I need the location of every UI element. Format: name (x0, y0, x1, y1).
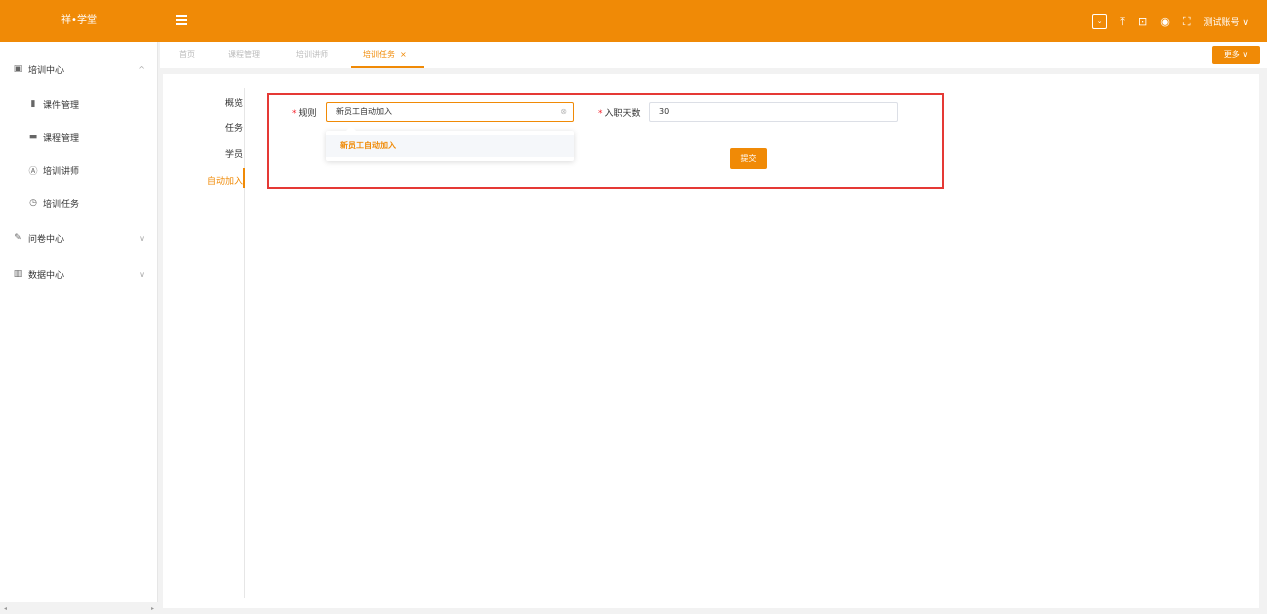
close-icon[interactable]: × (400, 50, 407, 59)
main-panel: 概览 任务 学员 自动加入 * 规则 新员工自动加入 ⊗ * 入职天数 30 新员工… (163, 74, 1259, 608)
chevron-down-icon: ∨ (139, 269, 145, 279)
fullscreen-icon[interactable]: ⛶ (1183, 16, 1191, 27)
sidebar-item-course[interactable]: ▬ 课程管理 (0, 127, 157, 147)
tab-course[interactable]: 课程管理 (228, 42, 260, 68)
days-input-value: 30 (659, 107, 670, 116)
submit-button[interactable]: 提交 (730, 148, 767, 169)
sidebar-item-data-center[interactable]: ▥ 数据中心 ∨ (0, 264, 157, 284)
clock-icon: ◷ (29, 198, 37, 208)
sidebar-scrollbar[interactable]: ◂ ▸ (0, 602, 158, 614)
tab-bar: 首页 课程管理 培训讲师 培训任务 × 更多 ∨ (160, 42, 1267, 68)
sidebar-item-label: 数据中心 (28, 270, 65, 281)
chevron-up-icon: ^ (138, 64, 145, 74)
dropdown-box-icon[interactable]: ⌄ (1092, 13, 1108, 29)
clear-icon[interactable]: ⊗ (560, 103, 567, 121)
dropdown-option[interactable]: 新员工自动加入 (326, 135, 574, 157)
sidebar-item-label: 培训讲师 (43, 166, 80, 177)
sidebar-item-survey-center[interactable]: ✎ 问卷中心 ∨ (0, 228, 157, 248)
sidebar: ▣ 培训中心 ^ ▮ 课件管理 ▬ 课程管理 Ⓐ 培训讲师 ◷ 培训任务 ✎ 问… (0, 42, 158, 614)
sidebar-item-courseware[interactable]: ▮ 课件管理 (0, 94, 157, 114)
scroll-left-icon[interactable]: ◂ (4, 605, 7, 612)
eye-icon[interactable]: ◉ (1160, 16, 1170, 27)
subnav-task[interactable]: 任务 (225, 121, 243, 134)
sidebar-item-training-center[interactable]: ▣ 培训中心 ^ (0, 59, 157, 79)
days-input[interactable]: 30 (649, 102, 898, 122)
sidebar-item-task[interactable]: ◷ 培训任务 (0, 193, 157, 213)
rule-label: * 规则 (292, 109, 317, 119)
play-square-icon: ▣ (13, 64, 23, 74)
chevron-down-icon: ∨ (139, 233, 145, 243)
sidebar-item-label: 课件管理 (43, 100, 80, 111)
user-menu[interactable]: 测试账号 ∨ (1204, 15, 1249, 28)
scroll-right-icon[interactable]: ▸ (151, 605, 154, 612)
tab-training-task[interactable]: 培训任务 × (351, 42, 424, 68)
menu-toggle-icon[interactable] (176, 15, 187, 25)
rule-select-value: 新员工自动加入 (336, 107, 392, 116)
tab-label: 培训任务 (363, 50, 395, 59)
sidebar-item-label: 课程管理 (43, 133, 80, 144)
subnav-active-indicator (243, 168, 245, 188)
subnav-divider (244, 88, 245, 598)
subnav-auto-join[interactable]: 自动加入 (207, 174, 243, 187)
lock-icon[interactable]: ⊡ (1138, 16, 1147, 27)
subnav-students[interactable]: 学员 (225, 147, 243, 160)
book-open-icon: ▬ (28, 132, 38, 142)
tab-home[interactable]: 首页 (179, 42, 195, 68)
sidebar-item-lecturer[interactable]: Ⓐ 培训讲师 (0, 160, 157, 180)
user-circle-icon: Ⓐ (28, 166, 38, 177)
header-toolbar: ⌄ ⤒ ⊡ ◉ ⛶ 测试账号 ∨ (1092, 0, 1267, 42)
book-icon: ▮ (30, 99, 36, 109)
app-logo: 祥•学堂 (0, 0, 158, 42)
more-button[interactable]: 更多 ∨ (1212, 46, 1260, 64)
rule-dropdown: 新员工自动加入 (326, 126, 574, 161)
top-header: 祥•学堂 ⌄ ⤒ ⊡ ◉ ⛶ 测试账号 ∨ (0, 0, 1267, 42)
sidebar-item-label: 问卷中心 (28, 234, 65, 245)
sidebar-item-label: 培训中心 (28, 65, 65, 76)
sidebar-item-label: 培训任务 (43, 199, 80, 210)
bar-chart-icon: ▥ (13, 269, 23, 279)
edit-doc-icon: ✎ (14, 233, 22, 243)
tab-lecturer[interactable]: 培训讲师 (296, 42, 328, 68)
subnav-overview[interactable]: 概览 (225, 96, 243, 109)
rule-select[interactable]: 新员工自动加入 ⊗ (326, 102, 574, 122)
upload-icon[interactable]: ⤒ (1120, 16, 1125, 27)
days-label: * 入职天数 (598, 109, 641, 119)
dropdown-arrow (346, 126, 356, 131)
